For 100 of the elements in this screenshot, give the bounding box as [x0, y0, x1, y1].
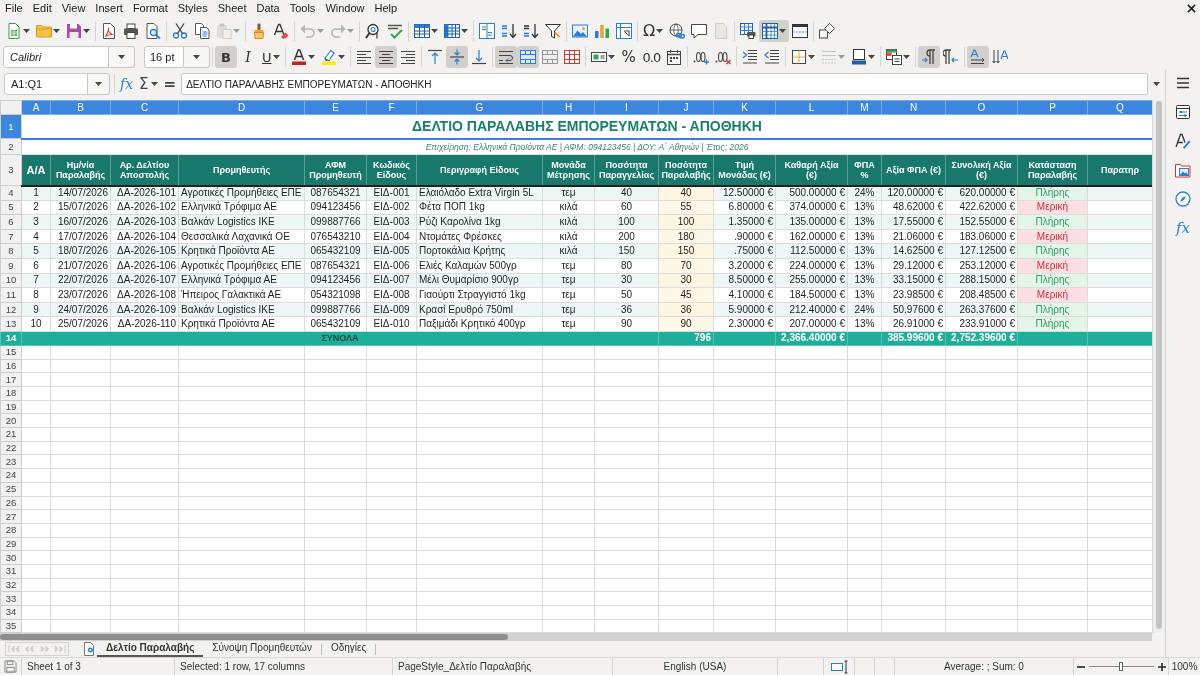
close-icon	[1187, 4, 1196, 13]
menu-item[interactable]: Format	[127, 0, 173, 17]
add-sheet-button[interactable]	[81, 642, 97, 656]
table-cell: 094123456	[304, 200, 367, 215]
column-header[interactable]: B	[50, 100, 111, 115]
caret-icon	[53, 28, 60, 33]
sheet-tab[interactable]: Οδηγίες	[321, 641, 376, 657]
vertical-scrollbar[interactable]	[1152, 100, 1165, 633]
number-format-button[interactable]: 0.0	[639, 46, 664, 68]
dropdown-button[interactable]	[88, 73, 110, 95]
menu-item[interactable]: File	[0, 0, 28, 17]
column-header[interactable]: G	[416, 100, 543, 115]
underline-button[interactable]: U	[259, 46, 283, 68]
text-left-to-right-button[interactable]	[967, 46, 990, 68]
column-header[interactable]: I	[594, 100, 659, 115]
scrollbar-thumb[interactable]	[1156, 101, 1162, 629]
table-cell: 13%	[847, 229, 882, 244]
caret-icon	[656, 28, 664, 33]
paintbrush-icon	[251, 22, 267, 39]
column-header[interactable]: N	[881, 100, 946, 115]
menu-item[interactable]: Tools	[284, 0, 321, 17]
functions-button[interactable]: fx	[1170, 216, 1196, 240]
font-size-field[interactable]: 16 pt	[144, 46, 184, 68]
properties-icon	[1175, 104, 1191, 120]
column-header[interactable]: F	[366, 100, 417, 115]
menu-item[interactable]: Sheet	[212, 0, 252, 17]
formula-input[interactable]: ΔΕΛΤΙΟ ΠΑΡΑΛΑΒΗΣ ΕΜΠΟΡΕΥΜΑΤΩΝ - ΑΠΟΘΗΚΗ	[181, 73, 1148, 95]
special-character-button[interactable]: Ω	[640, 19, 667, 42]
menu-item[interactable]: Edit	[27, 0, 57, 17]
column-heading: Μονάδα Μέτρησης	[542, 154, 595, 186]
filter-icon	[545, 22, 561, 39]
menu-item[interactable]: Window	[320, 0, 370, 17]
name-box[interactable]: A1:Q1	[4, 73, 88, 95]
table-cell: τεμ	[542, 316, 595, 332]
column-header[interactable]: O	[945, 100, 1018, 115]
table-cell: ΕΙΔ-002	[366, 200, 417, 215]
align-center-button[interactable]	[374, 46, 397, 68]
sheet-tab[interactable]: Δελτίο Παραλαβής	[97, 641, 204, 657]
printer-icon	[123, 22, 139, 39]
menu-item[interactable]: Help	[369, 0, 403, 17]
wrap-text-button[interactable]	[494, 46, 517, 68]
caret-icon	[903, 55, 911, 59]
percent-format-button[interactable]: %	[617, 46, 640, 68]
vertical-text-icon	[992, 49, 1009, 65]
slider-thumb[interactable]	[1119, 662, 1123, 671]
menu-item[interactable]: Data	[251, 0, 285, 17]
scrollbar-thumb[interactable]	[0, 634, 508, 640]
sheet-tab[interactable]: Σύνοψη Προμηθευτών	[203, 641, 321, 657]
column-heading: Προμηθευτής	[178, 154, 305, 186]
left-to-right-button[interactable]	[918, 46, 941, 68]
column-header[interactable]: Q	[1087, 100, 1152, 115]
dropdown-button[interactable]	[184, 46, 210, 68]
column-header[interactable]: J	[658, 100, 714, 115]
column-header[interactable]: C	[110, 100, 179, 115]
menu-item[interactable]: Styles	[172, 0, 213, 17]
table-cell: 13%	[847, 316, 882, 332]
table-cell: 13%	[847, 287, 882, 303]
function-wizard-button[interactable]: fx	[117, 73, 137, 95]
column-header[interactable]: M	[847, 100, 882, 115]
table-cell: ΔΑ-2026-104	[110, 229, 179, 244]
close-document-button[interactable]	[1187, 4, 1196, 13]
bold-button[interactable]: B	[215, 46, 237, 68]
freeze-rows-columns-button[interactable]	[759, 19, 790, 42]
column-header[interactable]: E	[304, 100, 367, 115]
increase-indent-icon	[742, 49, 759, 65]
menu-item[interactable]: Insert	[90, 0, 128, 17]
row-header[interactable]: 3	[0, 154, 22, 186]
caret-icon	[272, 55, 280, 59]
spellcheck-icon	[387, 22, 403, 39]
text-direction-icon	[970, 49, 987, 65]
sort-ascending-icon	[501, 22, 517, 39]
formula-button[interactable]: =	[160, 73, 180, 95]
clipboard-icon	[216, 22, 232, 39]
table-cell: 422.62000 €	[945, 200, 1018, 215]
table-cell: ΕΙΔ-010	[366, 316, 417, 332]
row-header[interactable]: 1	[0, 114, 22, 139]
sum-button[interactable]: Σ	[136, 73, 161, 95]
center-vertically-button[interactable]	[445, 46, 468, 68]
caret-icon	[838, 55, 846, 59]
dropdown-button[interactable]	[109, 46, 135, 68]
column-header[interactable]: L	[775, 100, 848, 115]
new-spreadsheet-icon	[6, 22, 22, 39]
paragraph-right-to-left-icon	[943, 49, 960, 65]
table-cell: ΕΙΔ-008	[366, 287, 417, 303]
menu-icon	[1175, 75, 1191, 91]
column-header[interactable]: H	[542, 100, 595, 115]
column-heading: Καθαρή Αξία (€)	[775, 154, 848, 186]
column-heading: Τιμή Μονάδας (€)	[713, 154, 776, 186]
column-header[interactable]: A	[21, 100, 51, 115]
caret-icon	[461, 28, 468, 33]
menu-item[interactable]: View	[56, 0, 91, 17]
italic-button[interactable]: I	[237, 46, 259, 68]
column-header[interactable]: D	[178, 100, 305, 115]
column-header[interactable]: K	[713, 100, 776, 115]
horizontal-scrollbar[interactable]	[0, 633, 1152, 641]
border-style-icon	[821, 49, 838, 65]
column-heading: Ημ/νία Παραλαβής	[50, 154, 111, 186]
column-header[interactable]: P	[1017, 100, 1088, 115]
font-name-field[interactable]: Calibri	[3, 46, 109, 68]
zoom-in-button[interactable]	[1157, 662, 1166, 671]
